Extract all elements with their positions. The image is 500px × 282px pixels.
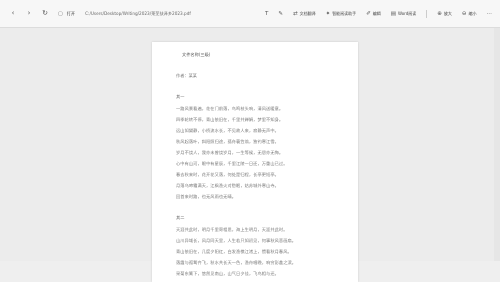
document-page: 文件名称(三级) 作者：某某 其一 一路风景看遍，花在门前落，鸟鸣枝头响，清风送…: [152, 42, 358, 282]
word-read-label: Word阅读: [398, 10, 417, 16]
paragraph-line: 四季轮转不停，青山依旧在，千里共婵娟，梦里不知身。: [176, 117, 284, 122]
paragraph-line: 采菊东篱下，悠然见南山，山气日夕佳，飞鸟相与还。: [176, 271, 279, 276]
edit-icon: ✐: [366, 10, 371, 17]
file-icon: ▢: [58, 10, 63, 17]
address-label: 打开: [66, 10, 76, 16]
paragraph-line: 青山依旧在，几度夕阳红，白发渔樵江渚上，惯看秋月春风。: [176, 249, 292, 254]
toolbar-divider: [426, 9, 428, 18]
paragraph-line: 山川异域长，风月同天里，人生若只如初见，何事秋风悲画扇。: [176, 238, 297, 243]
paragraph-line: 回首来时路，也无风雨也无晴。: [176, 194, 237, 199]
edit-tool[interactable]: ✐ 编辑: [366, 11, 381, 17]
app-toolbar: ‹ › ↻ ▢ 打开 C:/Users/Desktop/Writing/2023…: [0, 0, 500, 28]
zoom-out-icon: ⊖: [461, 10, 467, 17]
zoom-in-label: 放大: [443, 10, 452, 16]
more-button[interactable]: ⋯: [487, 11, 493, 17]
text-tool[interactable]: T: [265, 11, 268, 17]
document-author: 作者：某某: [176, 73, 197, 78]
edit-label: 编辑: [372, 10, 381, 16]
address-bar[interactable]: ▢ 打开 C:/Users/Desktop/Writing/2023/莱芜扶泽乡…: [58, 11, 191, 17]
document-viewport[interactable]: 文件名称(三级) 作者：某某 其一 一路风景看遍，花在门前落，鸟鸣枝头响，清风送…: [0, 28, 500, 282]
ai-reading-tool[interactable]: ✦ 智能阅读助手: [326, 11, 357, 17]
zoom-out-label: 缩小: [468, 10, 477, 16]
forward-icon[interactable]: ›: [24, 9, 34, 19]
paragraph-line: 一路风景看遍，花在门前落，鸟鸣枝头响，清风送暖意。: [176, 106, 284, 111]
paragraph-line: 天涯共此时，明月千里寄相思，海上生明月，天涯共此时。: [176, 227, 288, 232]
paragraph-line: 春去秋来时，花开花又落，何处是归程，长亭更短亭。: [176, 172, 279, 177]
paragraph-line: 岁月不饶人，我亦未曾饶岁月，一生等候，无怨亦无悔。: [176, 150, 284, 155]
nav-group: ‹ › ↻: [8, 9, 50, 19]
zoom-in-button[interactable]: ⊕ 放大: [437, 11, 452, 17]
text-icon: T: [264, 10, 269, 17]
paragraph-line: 心中有山河，眼中有星辰，千里江陵一日还，万重山已过。: [176, 161, 288, 166]
refresh-icon[interactable]: ↻: [40, 9, 50, 19]
highlight-tool[interactable]: ✎: [278, 11, 283, 17]
read-icon: ▤: [390, 10, 396, 17]
section-title: 其一: [176, 94, 185, 99]
more-icon: ⋯: [486, 10, 493, 17]
highlight-icon: ✎: [278, 10, 283, 17]
translate-tool[interactable]: ⇄ 文档翻译: [293, 11, 316, 17]
paragraph-line: 秋风起落叶，斜阳照归途，孤舟蓑笠翁，独钓寒江雪。: [176, 139, 279, 144]
translate-label: 文档翻译: [299, 10, 316, 16]
zoom-out-button[interactable]: ⊖ 缩小: [462, 11, 477, 17]
right-toolbar: T ✎ ⇄ 文档翻译 ✦ 智能阅读助手 ✐ 编辑 ▤ Word阅读 ⊕ 放大 ⊖…: [265, 9, 496, 18]
vertical-scrollbar[interactable]: [494, 28, 500, 261]
translate-icon: ⇄: [292, 10, 298, 17]
section-title: 其二: [176, 215, 185, 220]
zoom-in-icon: ⊕: [437, 10, 442, 17]
document-header: 文件名称(三级): [182, 52, 211, 57]
ai-reading-label: 智能阅读助手: [332, 10, 357, 16]
address-url[interactable]: C:/Users/Desktop/Writing/2023/莱芜扶泽乡2023.…: [85, 11, 191, 17]
ai-icon: ✦: [325, 10, 331, 17]
paragraph-line: 远山如黛静，小桥流水长，不见故人来，寂静无声中。: [176, 128, 279, 133]
paragraph-line: 月落乌啼霜满天，江枫渔火对愁眠，姑苏城外寒山寺。: [176, 183, 279, 188]
back-icon[interactable]: ‹: [8, 9, 18, 19]
word-read-tool[interactable]: ▤ Word阅读: [391, 11, 416, 17]
